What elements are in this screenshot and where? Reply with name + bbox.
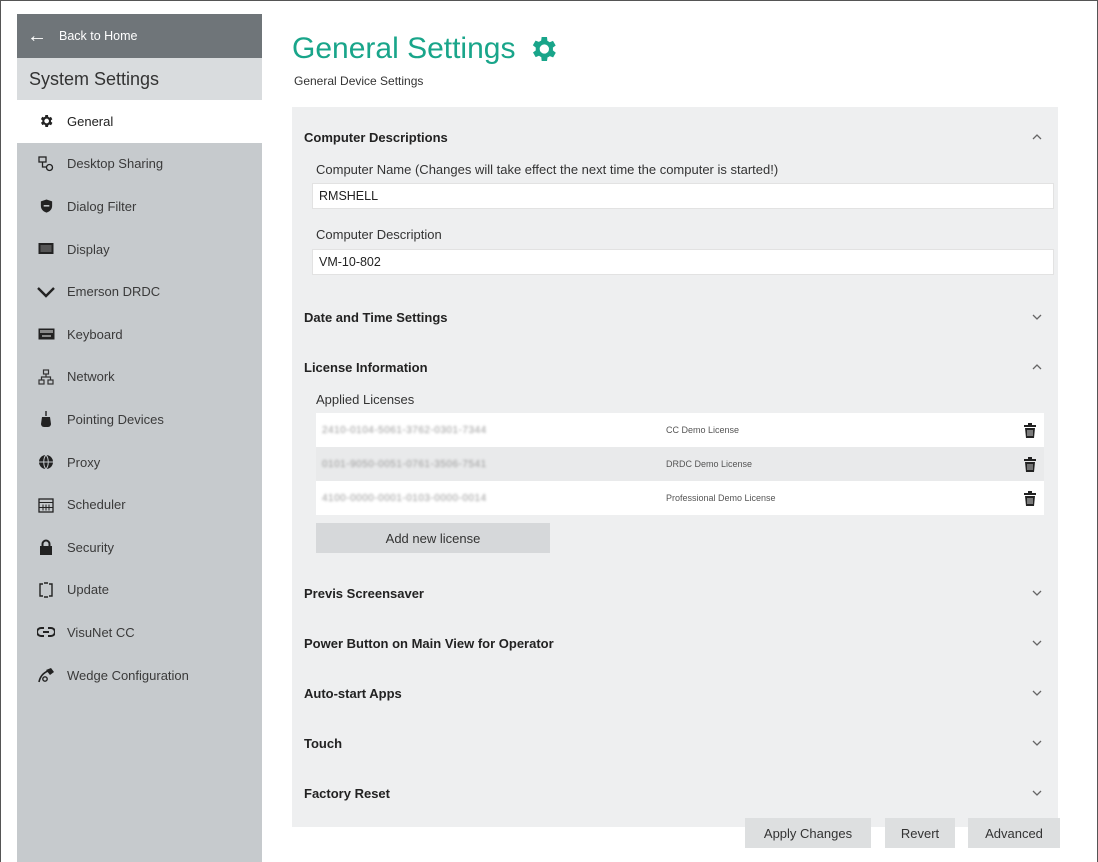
sidebar-item-label: Proxy bbox=[67, 454, 101, 470]
page-title: General Settings bbox=[292, 32, 559, 66]
sidebar-item-network[interactable]: Network bbox=[17, 356, 262, 399]
table-row: 2410-0104-5061-3762-0301-7344 CC Demo Li… bbox=[316, 413, 1044, 447]
sidebar-item-security[interactable]: Security bbox=[17, 526, 262, 569]
sidebar-item-label: Update bbox=[67, 582, 109, 598]
sidebar-item-label: VisuNet CC bbox=[67, 624, 135, 640]
computer-name-field[interactable]: RMSHELL bbox=[312, 183, 1054, 209]
sidebar-item-proxy[interactable]: Proxy bbox=[17, 441, 262, 484]
gear-icon bbox=[35, 112, 57, 130]
sidebar-item-label: Display bbox=[67, 241, 110, 257]
section-title: License Information bbox=[304, 359, 428, 375]
desktop-sharing-icon bbox=[35, 155, 57, 173]
computer-name-label: Computer Name (Changes will take effect … bbox=[316, 162, 779, 177]
sidebar-item-label: Emerson DRDC bbox=[67, 284, 161, 300]
sidebar-item-pointing-devices[interactable]: Pointing Devices bbox=[17, 398, 262, 441]
sidebar-item-label: Security bbox=[67, 539, 114, 555]
sidebar-item-scheduler[interactable]: Scheduler bbox=[17, 483, 262, 526]
back-to-home-button[interactable]: ← Back to Home bbox=[17, 14, 262, 58]
license-name: Professional Demo License bbox=[666, 493, 776, 503]
section-license-information[interactable]: License Information bbox=[292, 349, 1058, 385]
sidebar-item-label: Dialog Filter bbox=[67, 198, 137, 214]
back-label: Back to Home bbox=[59, 29, 138, 43]
sidebar-item-emerson-drdc[interactable]: Emerson DRDC bbox=[17, 270, 262, 313]
section-title: Power Button on Main View for Operator bbox=[304, 635, 554, 651]
section-previs-screensaver[interactable]: Previs Screensaver bbox=[292, 575, 1058, 611]
chevron-down-icon bbox=[1032, 640, 1042, 646]
sidebar-item-keyboard[interactable]: Keyboard bbox=[17, 313, 262, 356]
section-title: Previs Screensaver bbox=[304, 585, 424, 601]
section-title: Computer Descriptions bbox=[304, 129, 448, 145]
sidebar-item-wedge-configuration[interactable]: Wedge Configuration bbox=[17, 654, 262, 697]
link-icon bbox=[35, 623, 57, 641]
computer-description-field[interactable]: VM-10-802 bbox=[312, 249, 1054, 275]
sidebar-item-display[interactable]: Display bbox=[17, 228, 262, 271]
keyboard-icon bbox=[35, 325, 57, 343]
sidebar-item-label: Keyboard bbox=[67, 326, 123, 342]
chevron-down-icon bbox=[35, 283, 57, 301]
calendar-icon bbox=[35, 496, 57, 514]
sidebar: ← Back to Home System Settings General D… bbox=[17, 14, 262, 862]
section-computer-descriptions[interactable]: Computer Descriptions bbox=[292, 119, 1058, 155]
apply-changes-button[interactable]: Apply Changes bbox=[745, 818, 871, 848]
license-name: DRDC Demo License bbox=[666, 459, 753, 469]
chevron-up-icon bbox=[1032, 134, 1042, 140]
advanced-button[interactable]: Advanced bbox=[968, 818, 1060, 848]
license-key: 2410-0104-5061-3762-0301-7344 bbox=[322, 424, 487, 436]
section-title: Auto-start Apps bbox=[304, 685, 402, 701]
section-title: Factory Reset bbox=[304, 785, 390, 801]
sidebar-item-label: Desktop Sharing bbox=[67, 156, 164, 172]
mouse-icon bbox=[35, 410, 57, 428]
applied-licenses-label: Applied Licenses bbox=[316, 392, 415, 407]
lock-icon bbox=[35, 538, 57, 556]
sidebar-item-general[interactable]: General bbox=[17, 100, 262, 143]
add-new-license-button[interactable]: Add new license bbox=[316, 523, 550, 553]
trash-icon[interactable] bbox=[1016, 489, 1044, 507]
table-row: 4100-0000-0001-0103-0000-0014 Profession… bbox=[316, 481, 1044, 515]
sidebar-item-label: Scheduler bbox=[67, 497, 126, 513]
gear-icon bbox=[533, 37, 557, 61]
chevron-down-icon bbox=[1032, 314, 1042, 320]
page-subtitle: General Device Settings bbox=[294, 74, 424, 88]
section-title: Touch bbox=[304, 735, 343, 751]
globe-icon bbox=[35, 453, 57, 471]
sidebar-title: System Settings bbox=[17, 58, 262, 100]
network-icon bbox=[35, 368, 57, 386]
section-touch[interactable]: Touch bbox=[292, 725, 1058, 761]
display-icon bbox=[35, 240, 57, 258]
chevron-down-icon bbox=[1032, 790, 1042, 796]
section-power-button[interactable]: Power Button on Main View for Operator bbox=[292, 625, 1058, 661]
section-auto-start-apps[interactable]: Auto-start Apps bbox=[292, 675, 1058, 711]
page-title-text: General Settings bbox=[292, 32, 516, 65]
trash-icon[interactable] bbox=[1016, 455, 1044, 473]
license-name: CC Demo License bbox=[666, 425, 740, 435]
arrow-left-icon: ← bbox=[27, 25, 47, 47]
sidebar-item-label: Network bbox=[67, 369, 115, 385]
shield-icon bbox=[35, 197, 57, 215]
sidebar-item-label: Wedge Configuration bbox=[67, 667, 189, 683]
sidebar-item-label: General bbox=[67, 113, 114, 129]
chevron-down-icon bbox=[1032, 590, 1042, 596]
revert-button[interactable]: Revert bbox=[885, 818, 955, 848]
settings-panel: Computer Descriptions Computer Name (Cha… bbox=[292, 107, 1058, 827]
chevron-down-icon bbox=[1032, 690, 1042, 696]
section-factory-reset[interactable]: Factory Reset bbox=[292, 775, 1058, 811]
license-table: 2410-0104-5061-3762-0301-7344 CC Demo Li… bbox=[316, 413, 1044, 515]
computer-description-label: Computer Description bbox=[316, 227, 442, 242]
wedge-icon bbox=[35, 666, 57, 684]
sidebar-item-visunet-cc[interactable]: VisuNet CC bbox=[17, 611, 262, 654]
sidebar-item-update[interactable]: Update bbox=[17, 569, 262, 612]
license-key: 0101-9050-0051-0761-3506-7541 bbox=[322, 458, 487, 470]
sidebar-item-label: Pointing Devices bbox=[67, 411, 164, 427]
section-title: Date and Time Settings bbox=[304, 309, 448, 325]
chevron-up-icon bbox=[1032, 364, 1042, 370]
update-icon bbox=[35, 581, 57, 599]
trash-icon[interactable] bbox=[1016, 421, 1044, 439]
sidebar-item-desktop-sharing[interactable]: Desktop Sharing bbox=[17, 143, 262, 186]
license-key: 4100-0000-0001-0103-0000-0014 bbox=[322, 492, 487, 504]
section-date-time[interactable]: Date and Time Settings bbox=[292, 299, 1058, 335]
table-row: 0101-9050-0051-0761-3506-7541 DRDC Demo … bbox=[316, 447, 1044, 481]
sidebar-item-dialog-filter[interactable]: Dialog Filter bbox=[17, 185, 262, 228]
chevron-down-icon bbox=[1032, 740, 1042, 746]
